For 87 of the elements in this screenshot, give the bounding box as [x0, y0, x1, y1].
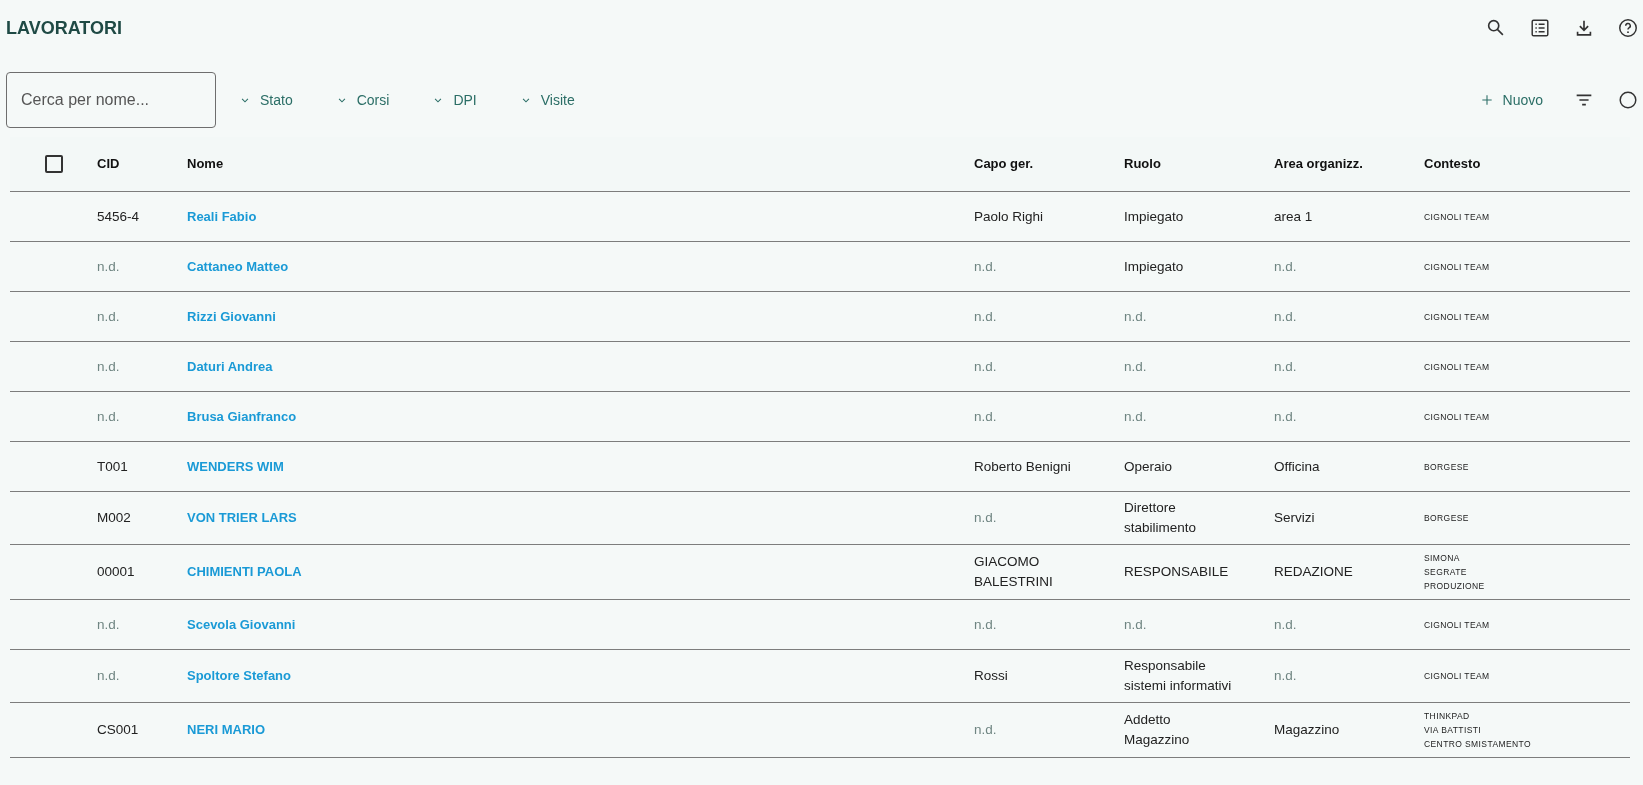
not-available-text: n.d. — [97, 357, 120, 376]
not-available-text: n.d. — [974, 509, 997, 527]
not-available-text: n.d. — [974, 721, 997, 739]
context-label: PRODUZIONE — [1424, 580, 1485, 593]
column-header[interactable]: Contesto — [1424, 154, 1481, 174]
column-header[interactable]: Ruolo — [1124, 154, 1161, 174]
not-available-text: n.d. — [97, 667, 120, 685]
circle-icon[interactable] — [1617, 89, 1639, 111]
worker-name-link[interactable]: NERI MARIO — [187, 720, 265, 740]
table-cell-text: 5456-4 — [97, 207, 140, 226]
not-available-text: n.d. — [974, 357, 997, 376]
not-available-text: n.d. — [974, 307, 997, 326]
context-label: SIMONA — [1424, 552, 1460, 565]
context-label: SEGRATE — [1424, 566, 1467, 579]
not-available-text: n.d. — [974, 407, 997, 426]
search-field[interactable]: Cerca per nome... — [6, 72, 216, 128]
list-icon[interactable] — [1529, 17, 1551, 39]
table-cell-text: Impiegato — [1124, 207, 1184, 226]
column-header[interactable]: CID — [97, 154, 120, 174]
context-label: THINKPAD — [1424, 710, 1470, 723]
page-title: LAVORATORI — [6, 17, 122, 39]
table-cell-text: RESPONSABILE — [1124, 563, 1229, 581]
table-cell-text: Roberto Benigni — [974, 457, 1071, 476]
not-available-text: n.d. — [1124, 357, 1147, 376]
new-button[interactable]: Nuovo — [1470, 86, 1551, 114]
select-all-checkbox[interactable] — [44, 155, 63, 173]
worker-name-link[interactable]: Reali Fabio — [187, 206, 257, 227]
table-cell-text: area 1 — [1274, 207, 1313, 226]
not-available-text: n.d. — [1274, 357, 1297, 376]
table-cell-text: 00001 — [97, 563, 135, 581]
not-available-text: n.d. — [1274, 257, 1297, 276]
worker-name-link[interactable]: Rizzi Giovanni — [187, 306, 276, 327]
table-cell-text: GIACOMO BALESTRINI — [974, 553, 1054, 591]
context-label: CIGNOLI TEAM — [1424, 360, 1490, 374]
table-cell-text: T001 — [97, 457, 128, 476]
column-header[interactable]: Area organizz. — [1274, 154, 1363, 174]
worker-name-link[interactable]: WENDERS WIM — [187, 456, 284, 477]
table-cell-text: Magazzino — [1274, 721, 1340, 739]
filter-dropdown[interactable]: DPI — [423, 86, 485, 114]
worker-name-link[interactable]: Daturi Andrea — [187, 356, 273, 377]
context-label: CIGNOLI TEAM — [1424, 260, 1490, 274]
table-cell-text: REDAZIONE — [1274, 563, 1353, 581]
not-available-text: n.d. — [1274, 307, 1297, 326]
column-header[interactable]: Nome — [187, 154, 224, 174]
not-available-text: n.d. — [97, 257, 120, 276]
context-label: BORGESE — [1424, 460, 1469, 474]
column-header[interactable]: Capo ger. — [974, 154, 1034, 174]
filter-dropdown[interactable]: Visite — [510, 86, 583, 114]
not-available-text: n.d. — [974, 257, 997, 276]
table-cell-text: M002 — [97, 509, 131, 527]
worker-name-link[interactable]: Scevola Giovanni — [187, 614, 296, 635]
not-available-text: n.d. — [97, 407, 120, 426]
not-available-text: n.d. — [974, 615, 997, 634]
worker-name-link[interactable]: Brusa Gianfranco — [187, 406, 297, 427]
worker-name-link[interactable]: Cattaneo Matteo — [187, 256, 289, 277]
context-label: CIGNOLI TEAM — [1424, 618, 1490, 632]
table-cell-text: Paolo Righi — [974, 207, 1044, 226]
not-available-text: n.d. — [1124, 307, 1147, 326]
table-cell-text: Servizi — [1274, 509, 1315, 527]
filter-dropdown[interactable]: Stato — [230, 86, 301, 114]
worker-name-link[interactable]: VON TRIER LARS — [187, 508, 297, 528]
not-available-text: n.d. — [1274, 615, 1297, 634]
not-available-text: n.d. — [1274, 407, 1297, 426]
not-available-text: n.d. — [1274, 667, 1297, 685]
help-icon[interactable] — [1617, 17, 1639, 39]
table-cell-text: Direttore stabilimento — [1124, 499, 1198, 537]
table-cell-text: Operaio — [1124, 457, 1173, 476]
context-label: CIGNOLI TEAM — [1424, 410, 1490, 424]
worker-name-link[interactable]: Spoltore Stefano — [187, 666, 291, 686]
not-available-text: n.d. — [1124, 407, 1147, 426]
context-label: CIGNOLI TEAM — [1424, 670, 1490, 683]
not-available-text: n.d. — [1124, 615, 1147, 634]
table-cell-text: Addetto Magazzino — [1124, 711, 1191, 749]
context-label: BORGESE — [1424, 512, 1469, 525]
table-cell-text: Officina — [1274, 457, 1320, 476]
table-cell-text: Responsabile sistemi informativi — [1124, 657, 1233, 695]
context-label: VIA BATTISTI — [1424, 724, 1482, 737]
not-available-text: n.d. — [97, 615, 120, 634]
table-cell-text: Impiegato — [1124, 257, 1184, 276]
context-label: CIGNOLI TEAM — [1424, 210, 1490, 224]
worker-name-link[interactable]: CHIMIENTI PAOLA — [187, 562, 302, 582]
table-cell-text: CS001 — [97, 721, 139, 739]
not-available-text: n.d. — [97, 307, 120, 326]
context-label: CIGNOLI TEAM — [1424, 310, 1490, 324]
filter-dropdown[interactable]: Corsi — [326, 86, 398, 114]
table-cell-text: Rossi — [974, 667, 1008, 685]
context-label: CENTRO SMISTAMENTO — [1424, 738, 1531, 751]
